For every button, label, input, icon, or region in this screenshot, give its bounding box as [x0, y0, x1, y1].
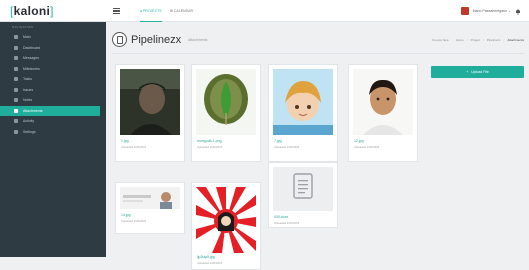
sidebar-item-label: Issues	[23, 87, 34, 92]
sidebar-item-label: Notes	[23, 98, 33, 103]
bell-icon[interactable]	[515, 8, 521, 15]
file-card[interactable]: 14.jpg Uploaded 2/20/2015	[115, 182, 185, 234]
file-card[interactable]: mongodb-1.png Uploaded 2/20/2015	[191, 64, 261, 162]
top-bar: [kaloni] ● PROJECTS ⊞ CALENDAR Mario Paz…	[0, 0, 529, 22]
gear-icon	[14, 129, 18, 134]
thumbnail-mongodb-leaf-logo	[196, 69, 256, 135]
tab-calendar[interactable]: ⊞ CALENDAR	[170, 7, 193, 15]
thumbnail-rising-sun-poster	[196, 187, 256, 253]
flag-icon	[14, 66, 18, 71]
file-name[interactable]: 7.jpg	[274, 139, 282, 143]
sidebar-item-label: Dashboard	[23, 45, 41, 50]
breadcrumb-current: Attachments	[507, 38, 524, 42]
thumbnail-file-document-icon	[273, 167, 333, 211]
sidebar-heading: NAVIGATION	[12, 25, 34, 29]
document-icon	[273, 167, 333, 211]
user-menu[interactable]: Mario Pazaaheregann ⌄	[460, 5, 521, 17]
thumbnail-anime-illustration	[273, 69, 333, 135]
thumbnail-photo-document-strip	[120, 187, 180, 209]
sidebar-item-notes[interactable]: Notes	[0, 95, 106, 106]
sidebar-item-messages[interactable]: Messages	[0, 53, 106, 64]
breadcrumb-project[interactable]: Project	[471, 38, 480, 42]
breadcrumb-prefix: You are here	[431, 38, 449, 42]
page-subtitle: Attachments	[188, 38, 208, 42]
sidebar-item-label: Main	[23, 35, 31, 40]
file-meta: Uploaded 2/20/2015	[197, 145, 223, 149]
sidebar-item-settings[interactable]: Settings	[0, 127, 106, 138]
page-header: Pipelinezx Attachments You are here · Ho…	[112, 31, 524, 49]
sidebar-item-issues[interactable]: Issues	[0, 85, 106, 96]
tab-projects[interactable]: ● PROJECTS	[140, 7, 162, 22]
user-name: Mario Pazaaheregann ⌄	[472, 9, 511, 13]
file-meta: Uploaded 2/20/2015	[274, 145, 300, 149]
file-name[interactable]: ijp3uip5.jpg	[197, 255, 215, 259]
sidebar-item-label: Milestones	[23, 66, 40, 71]
file-card[interactable]: 12.jpg Uploaded 2/20/2015	[348, 64, 418, 162]
home-icon	[14, 35, 18, 40]
file-meta: Uploaded 2/20/2015	[274, 221, 300, 225]
file-meta: Uploaded 2/20/2015	[354, 145, 380, 149]
breadcrumb-pipelinezx[interactable]: Pipelinezx	[487, 38, 501, 42]
sidebar-item-activity[interactable]: Activity	[0, 116, 106, 127]
logo-text: kaloni	[13, 4, 51, 18]
sidebar-item-tasks[interactable]: Tasks	[0, 74, 106, 85]
file-card[interactable]: 1.jpg Uploaded 2/20/2015	[115, 64, 185, 162]
file-meta: Uploaded 2/20/2015	[121, 219, 147, 223]
breadcrumb-home[interactable]: Home	[456, 38, 464, 42]
activity-icon	[14, 119, 18, 124]
tasks-icon	[14, 77, 18, 82]
file-name[interactable]: 1.jpg	[121, 139, 129, 143]
note-icon	[14, 98, 18, 103]
page-title: Pipelinezx	[131, 34, 182, 46]
sidebar-item-milestones[interactable]: Milestones	[0, 64, 106, 75]
file-name[interactable]: 14.jpg	[121, 213, 131, 217]
file-name[interactable]: mongodb-1.png	[197, 139, 222, 143]
thumbnail-photo-dark-person	[120, 69, 180, 135]
breadcrumb: You are here · Home / Project / Pipeline…	[431, 38, 524, 42]
paperclip-icon	[14, 108, 18, 113]
file-meta: Uploaded 2/20/2015	[121, 145, 147, 149]
file-name[interactable]: 000.docx	[274, 215, 288, 219]
sidebar-item-attachments[interactable]: Attachments	[0, 105, 100, 116]
file-card[interactable]: 000.docx Uploaded 2/20/2015	[268, 162, 338, 228]
sidebar-item-dashboard[interactable]: Dashboard	[0, 43, 106, 54]
upload-file-label: Upload File	[471, 70, 489, 74]
sidebar-item-label: Attachments	[23, 108, 43, 113]
app-logo[interactable]: [kaloni]	[10, 4, 96, 18]
sidebar-item-label: Tasks	[23, 77, 32, 82]
header-divider	[112, 53, 524, 54]
message-icon	[14, 56, 18, 61]
sidebar-item-label: Activity	[23, 119, 35, 124]
sidebar-item-main[interactable]: Main	[0, 32, 106, 43]
sidebar: NAVIGATION Main Dashboard Messages Miles…	[0, 22, 106, 257]
thumbnail-photo-portrait	[353, 69, 413, 135]
file-meta: Uploaded 2/20/2015	[197, 261, 223, 265]
plus-icon: +	[466, 70, 469, 74]
project-icon	[112, 32, 127, 47]
menu-icon[interactable]	[113, 8, 120, 14]
file-name[interactable]: 12.jpg	[354, 139, 364, 143]
sidebar-item-label: Settings	[23, 129, 36, 134]
issue-icon	[14, 87, 18, 92]
dashboard-icon	[14, 45, 18, 50]
upload-file-button[interactable]: + Upload File	[431, 66, 524, 78]
file-card[interactable]: 7.jpg Uploaded 2/20/2015	[268, 64, 338, 162]
sidebar-item-label: Messages	[23, 56, 39, 61]
avatar	[460, 7, 469, 15]
main-content: Pipelinezx Attachments You are here · Ho…	[106, 22, 529, 270]
